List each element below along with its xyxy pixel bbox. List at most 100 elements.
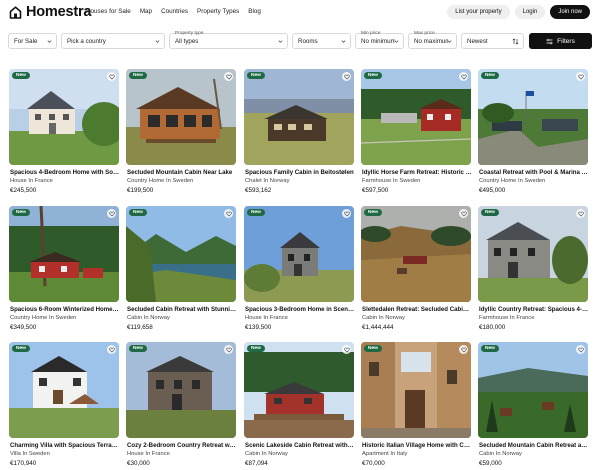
new-badge: New [129, 72, 147, 79]
top-nav: Homestra Houses for Sale Map Countries P… [0, 0, 600, 25]
max-price-select[interactable]: Max price No maximum [408, 31, 457, 49]
favorite-heart-icon[interactable] [576, 72, 585, 81]
favorite-heart-icon[interactable] [224, 345, 233, 354]
filter-bar: For Sale Pick a country Property type Al… [8, 30, 592, 50]
sort-select[interactable]: Newest [461, 33, 524, 49]
listing-photo[interactable]: New [361, 342, 471, 438]
favorite-heart-icon[interactable] [576, 209, 585, 218]
listing-title[interactable]: Idyllic Horse Farm Retreat: Historic Est… [362, 169, 472, 176]
listing-card[interactable]: New Cozy 2-Bedroom Country Retreat with G… [126, 342, 237, 470]
favorite-heart-icon[interactable] [107, 345, 116, 354]
listing-card[interactable]: New Secluded Mountain Cabin Retreat at La… [478, 342, 589, 470]
listing-card[interactable]: New Charming Villa with Spacious Terrace … [9, 342, 120, 470]
listing-title[interactable]: Secluded Cabin Retreat with Stunning Vie… [127, 306, 237, 313]
listing-price: €87,094 [245, 460, 268, 467]
join-button[interactable]: Join now [550, 5, 590, 19]
listing-card[interactable]: New Spacious 3-Bedroom Home in Scenic Are… [244, 206, 355, 334]
min-price-select[interactable]: Min price No minimum [355, 31, 404, 49]
country-select[interactable]: Pick a country [61, 33, 165, 49]
new-badge: New [12, 345, 30, 352]
favorite-heart-icon[interactable] [459, 345, 468, 354]
chevron-down-icon [47, 40, 52, 43]
property-type-select[interactable]: Property type All types [169, 31, 288, 49]
listing-title[interactable]: Spacious 4-Bedroom Home with Solar Panel… [10, 169, 120, 176]
favorite-heart-icon[interactable] [107, 72, 116, 81]
listing-card[interactable]: New Idyllic Horse Farm Retreat: Historic … [361, 69, 472, 197]
listing-card[interactable]: New Spacious Family Cabin in Beitostølen C… [244, 69, 354, 197]
favorite-heart-icon[interactable] [342, 72, 351, 81]
chevron-down-icon [278, 40, 283, 43]
favorite-heart-icon[interactable] [224, 72, 233, 81]
new-badge: New [247, 345, 265, 352]
favorite-heart-icon[interactable] [342, 345, 351, 354]
new-badge: New [12, 209, 30, 216]
listing-card[interactable]: New Secluded Mountain Cabin Near Lake Coun… [126, 69, 236, 197]
listing-card[interactable]: New Idyllic Country Retreat: Spacious 4-B… [478, 206, 589, 334]
listing-photo[interactable]: New [126, 206, 236, 302]
listing-card[interactable]: New Scenic Lakeside Cabin Retreat with Sa… [244, 342, 355, 470]
favorite-heart-icon[interactable] [459, 209, 468, 218]
listing-card[interactable]: New Spacious 6-Room Winterized Home in Fo… [9, 206, 120, 334]
listing-photo[interactable]: New [244, 206, 354, 302]
login-button[interactable]: Login [514, 5, 546, 19]
listing-title[interactable]: Coastal Retreat with Pool & Marina Acces… [479, 169, 589, 176]
favorite-heart-icon[interactable] [342, 209, 351, 218]
nav-link-countries[interactable]: Countries [161, 8, 188, 15]
listing-type-location: Country Home In Sweden [10, 315, 77, 321]
listing-photo[interactable]: New [244, 69, 354, 165]
favorite-heart-icon[interactable] [576, 345, 585, 354]
listing-title[interactable]: Secluded Mountain Cabin Near Lake [127, 169, 237, 176]
nav-link-property-types[interactable]: Property Types [197, 8, 239, 15]
listing-title[interactable]: Cozy 2-Bedroom Country Retreat with Gard… [127, 442, 237, 449]
listing-title[interactable]: Spacious Family Cabin in Beitostølen [245, 169, 355, 176]
logo-text: Homestra [26, 4, 92, 20]
logo[interactable]: Homestra [9, 4, 91, 20]
listing-photo[interactable]: New [9, 206, 119, 302]
filters-button[interactable]: Filters [529, 33, 592, 49]
new-badge: New [129, 209, 147, 216]
listing-title[interactable]: Slettedalen Retreat: Secluded Cabin Geta… [362, 306, 472, 313]
chevron-down-icon [341, 40, 346, 43]
listing-title[interactable]: Spacious 3-Bedroom Home in Scenic Area [245, 306, 355, 313]
listing-photo[interactable]: New [478, 206, 588, 302]
listing-card[interactable]: New Historic Italian Village Home with Ch… [361, 342, 472, 470]
listing-photo[interactable]: New [361, 206, 471, 302]
listing-title[interactable]: Scenic Lakeside Cabin Retreat with Sauna [245, 442, 355, 449]
listing-card[interactable]: New Secluded Cabin Retreat with Stunning … [126, 206, 237, 334]
listing-type-location: House In France [127, 451, 170, 457]
listing-title[interactable]: Idyllic Country Retreat: Spacious 4-Bedr… [479, 306, 589, 313]
listing-photo[interactable]: New [361, 69, 471, 165]
listing-photo[interactable]: New [478, 342, 588, 438]
nav-link-houses[interactable]: Houses for Sale [86, 8, 131, 15]
listing-title[interactable]: Secluded Mountain Cabin Retreat at Lake [479, 442, 589, 449]
house-logo-icon [9, 5, 22, 19]
listing-photo[interactable]: New [9, 342, 119, 438]
listing-card[interactable]: New Spacious 4-Bedroom Home with Solar Pa… [9, 69, 120, 197]
listing-photo[interactable]: New [244, 342, 354, 438]
listing-card[interactable]: New Coastal Retreat with Pool & Marina Ac… [478, 69, 589, 197]
nav-link-blog[interactable]: Blog [248, 8, 261, 15]
min-price-label: Min price [361, 31, 381, 36]
listing-card[interactable]: New Slettedalen Retreat: Secluded Cabin G… [361, 206, 472, 334]
listing-photo[interactable]: New [126, 69, 236, 165]
list-property-button[interactable]: List your property [447, 5, 510, 19]
listing-title[interactable]: Spacious 6-Room Winterized Home in Fores… [10, 306, 120, 313]
listing-type-location: Cabin In Norway [245, 451, 288, 457]
favorite-heart-icon[interactable] [224, 209, 233, 218]
favorite-heart-icon[interactable] [107, 209, 116, 218]
rooms-select[interactable]: Rooms [292, 33, 351, 49]
listing-title[interactable]: Charming Villa with Spacious Terrace and… [10, 442, 120, 449]
listing-type-location: Farmhouse In France [479, 315, 535, 321]
listing-photo[interactable]: New [126, 342, 236, 438]
listing-price: €245,500 [10, 187, 37, 194]
favorite-heart-icon[interactable] [459, 72, 468, 81]
chevron-down-icon [447, 40, 452, 43]
sale-select[interactable]: For Sale [8, 33, 57, 49]
listing-photo[interactable]: New [478, 69, 588, 165]
nav-link-map[interactable]: Map [140, 8, 152, 15]
new-badge: New [481, 209, 499, 216]
listing-title[interactable]: Historic Italian Village Home with Charm [362, 442, 472, 449]
listing-photo[interactable]: New [9, 69, 119, 165]
listing-price: €597,500 [362, 187, 389, 194]
sliders-icon [546, 38, 553, 44]
